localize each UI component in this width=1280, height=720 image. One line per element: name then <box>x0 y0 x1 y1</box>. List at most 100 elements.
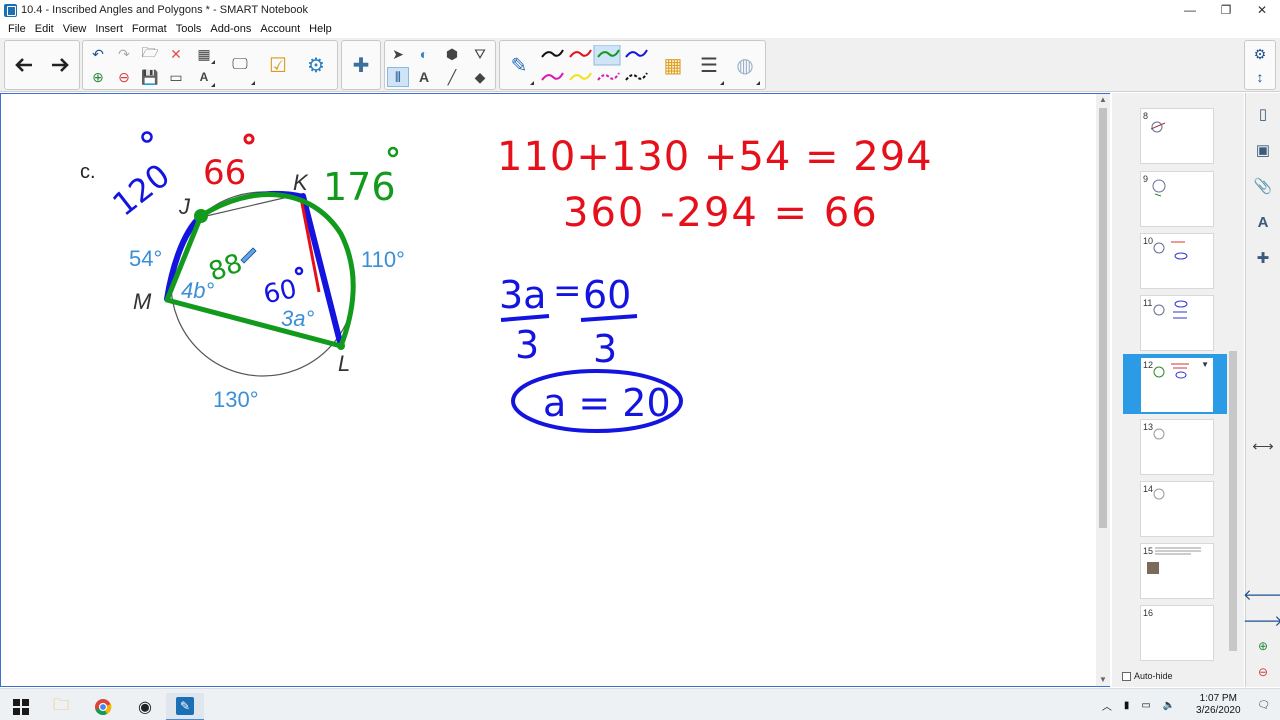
restore-button[interactable]: ❐ <box>1208 0 1244 20</box>
close-button[interactable]: ✕ <box>1244 0 1280 20</box>
black-pen-swatch[interactable] <box>541 49 564 58</box>
volume-icon[interactable]: 🔈 <box>1163 700 1175 711</box>
chrome-taskbar-button[interactable] <box>84 693 122 720</box>
fill-tool-button[interactable]: ⛛ <box>469 44 491 64</box>
menu-view[interactable]: View <box>59 23 91 35</box>
redo-button[interactable]: ↷ <box>113 44 135 64</box>
delete-page-button[interactable]: ⊖ <box>113 67 135 87</box>
delete-button[interactable]: ✕ <box>165 44 187 64</box>
black-dashed-pen-swatch[interactable] <box>625 72 648 81</box>
battery-icon[interactable]: ▮ <box>1124 700 1130 711</box>
page-thumbnail-15[interactable]: 15 <box>1140 543 1214 599</box>
regular-polygon-button[interactable]: ⬢ <box>441 44 463 64</box>
magenta-pen-swatch[interactable] <box>541 72 564 81</box>
scroll-up-arrow-icon[interactable]: ▲ <box>1096 94 1110 106</box>
next-page-button[interactable] <box>45 45 75 85</box>
text-tool-button[interactable]: A <box>413 67 435 87</box>
open-file-button[interactable]: 🗁 <box>139 44 161 64</box>
start-button[interactable] <box>2 693 40 720</box>
delete-page-sidebar-button[interactable]: ⊖ <box>1252 661 1274 683</box>
menu-insert[interactable]: Insert <box>91 23 127 35</box>
autohide-checkbox[interactable] <box>1122 671 1131 681</box>
menu-account[interactable]: Account <box>256 23 304 35</box>
answer-text: a = 20 <box>543 381 671 425</box>
blue-pen-swatch[interactable] <box>625 49 648 58</box>
properties-tab[interactable]: A <box>1252 211 1274 233</box>
table-button[interactable]: ▦ <box>193 44 215 64</box>
menu-format[interactable]: Format <box>128 23 171 35</box>
previous-page-button[interactable] <box>9 45 39 85</box>
page-thumbnail-16[interactable]: 16 <box>1140 605 1214 661</box>
undo-button[interactable]: ↶ <box>87 44 109 64</box>
menu-addons[interactable]: Add-ons <box>206 23 255 35</box>
arrow-left-icon: 🡐 <box>1242 586 1280 604</box>
delete-page-icon: ⊖ <box>1257 665 1269 679</box>
line-tool-button[interactable]: ╱ <box>441 67 463 87</box>
file-explorer-taskbar-button[interactable]: 🗀 <box>42 693 80 720</box>
move-toolbar-button[interactable]: ↕ <box>1249 67 1271 87</box>
show-hidden-icons-chevron-icon[interactable]: ︿ <box>1102 698 1112 713</box>
screen-shade-button[interactable]: ▭ <box>165 67 187 87</box>
select-tool-button[interactable]: ➤ <box>387 44 409 64</box>
add-page-sidebar-button[interactable]: ⊕ <box>1252 635 1274 657</box>
delete-x-icon: ✕ <box>170 45 182 62</box>
gallery-tab[interactable]: ▣ <box>1252 139 1274 161</box>
page-menu-dropdown-icon[interactable]: ▼ <box>1201 360 1209 369</box>
shape-tool-button[interactable]: ◐ <box>413 44 435 64</box>
pen-type-button[interactable]: ✎ <box>504 45 534 85</box>
page-icon: ▯ <box>1258 106 1268 123</box>
magenta-dashed-pen-swatch[interactable] <box>597 72 620 81</box>
clock-time: 1:07 PM <box>1199 693 1237 704</box>
menu-bar: File Edit View Insert Format Tools Add-o… <box>0 20 1280 38</box>
smart-notebook-taskbar-button[interactable]: ✎ <box>166 693 204 720</box>
cursor-icon: ➤ <box>392 45 404 62</box>
menu-help[interactable]: Help <box>305 23 336 35</box>
lab-activities-button[interactable]: ✚ <box>346 45 376 85</box>
network-icon[interactable]: ▭ <box>1141 700 1150 711</box>
menu-file[interactable]: File <box>4 23 30 35</box>
next-page-sidebar-button[interactable]: 🡒 <box>1243 609 1280 631</box>
add-ons-button[interactable]: ⚙ <box>301 45 331 85</box>
minimize-button[interactable]: — <box>1172 0 1208 20</box>
activity-builder-button[interactable]: ☑ <box>263 45 293 85</box>
page-thumbnail-13[interactable]: 13 <box>1140 419 1214 475</box>
clock[interactable]: 1:07 PM 3/26/2020 <box>1183 693 1253 717</box>
whiteboard-canvas[interactable]: c. J K M L 54° 110° 130° 4b° 3a° 120 66 … <box>0 93 1110 687</box>
save-button[interactable]: 💾 <box>139 67 161 87</box>
add-ons-tab[interactable]: ✚ <box>1252 247 1274 269</box>
page-thumbnail-10[interactable]: 10 <box>1140 233 1214 289</box>
text-tools-button[interactable]: A <box>193 67 215 87</box>
red-pen-swatch[interactable] <box>569 49 592 58</box>
scroll-down-arrow-icon[interactable]: ▼ <box>1096 674 1110 686</box>
pens-tool-button[interactable]: ⫴ <box>387 67 409 87</box>
page-sorter-tab[interactable]: ▯ <box>1252 103 1274 125</box>
yellow-pen-swatch[interactable] <box>569 72 592 81</box>
page-thumbnail-14[interactable]: 14 <box>1140 481 1214 537</box>
page-thumbnail-11[interactable]: 11 <box>1140 295 1214 351</box>
page-thumbnail-8[interactable]: 8 <box>1140 108 1214 164</box>
equation-sum: 110+130 +54 = 294 <box>497 134 933 180</box>
canvas-scrollbar[interactable]: ▲ ▼ <box>1096 94 1110 686</box>
move-sidebar-button[interactable]: ⟷ <box>1252 435 1274 457</box>
sorter-scroll-thumb[interactable] <box>1229 351 1237 651</box>
menu-tools[interactable]: Tools <box>172 23 206 35</box>
add-page-button[interactable]: ⊕ <box>87 67 109 87</box>
smart-notebook-app-icon <box>4 3 17 17</box>
page-thumbnail-12-active[interactable]: 12 ▼ <box>1140 357 1214 413</box>
autohide-option[interactable]: Auto-hide <box>1122 671 1173 681</box>
page-thumbnail-9[interactable]: 9 <box>1140 171 1214 227</box>
color-palette-button[interactable]: ▦ <box>658 45 688 85</box>
sorter-scrollbar[interactable] <box>1227 101 1239 659</box>
attachments-tab[interactable]: 📎 <box>1252 175 1274 197</box>
canvas-scroll-thumb[interactable] <box>1099 108 1107 528</box>
line-style-button[interactable]: ☰ <box>694 45 724 85</box>
transparency-button[interactable]: ◍ <box>730 45 760 85</box>
eraser-tool-button[interactable]: ◆ <box>469 67 491 87</box>
notifications-icon[interactable]: 🗨 <box>1257 700 1270 711</box>
obs-taskbar-button[interactable]: ◉ <box>126 693 164 720</box>
settings-button[interactable]: ⚙ <box>1249 44 1271 64</box>
menu-edit[interactable]: Edit <box>31 23 58 35</box>
display-button[interactable]: 🖵 <box>225 45 255 85</box>
previous-page-sidebar-button[interactable]: 🡐 <box>1243 583 1280 605</box>
undo-icon: ↶ <box>92 45 104 62</box>
